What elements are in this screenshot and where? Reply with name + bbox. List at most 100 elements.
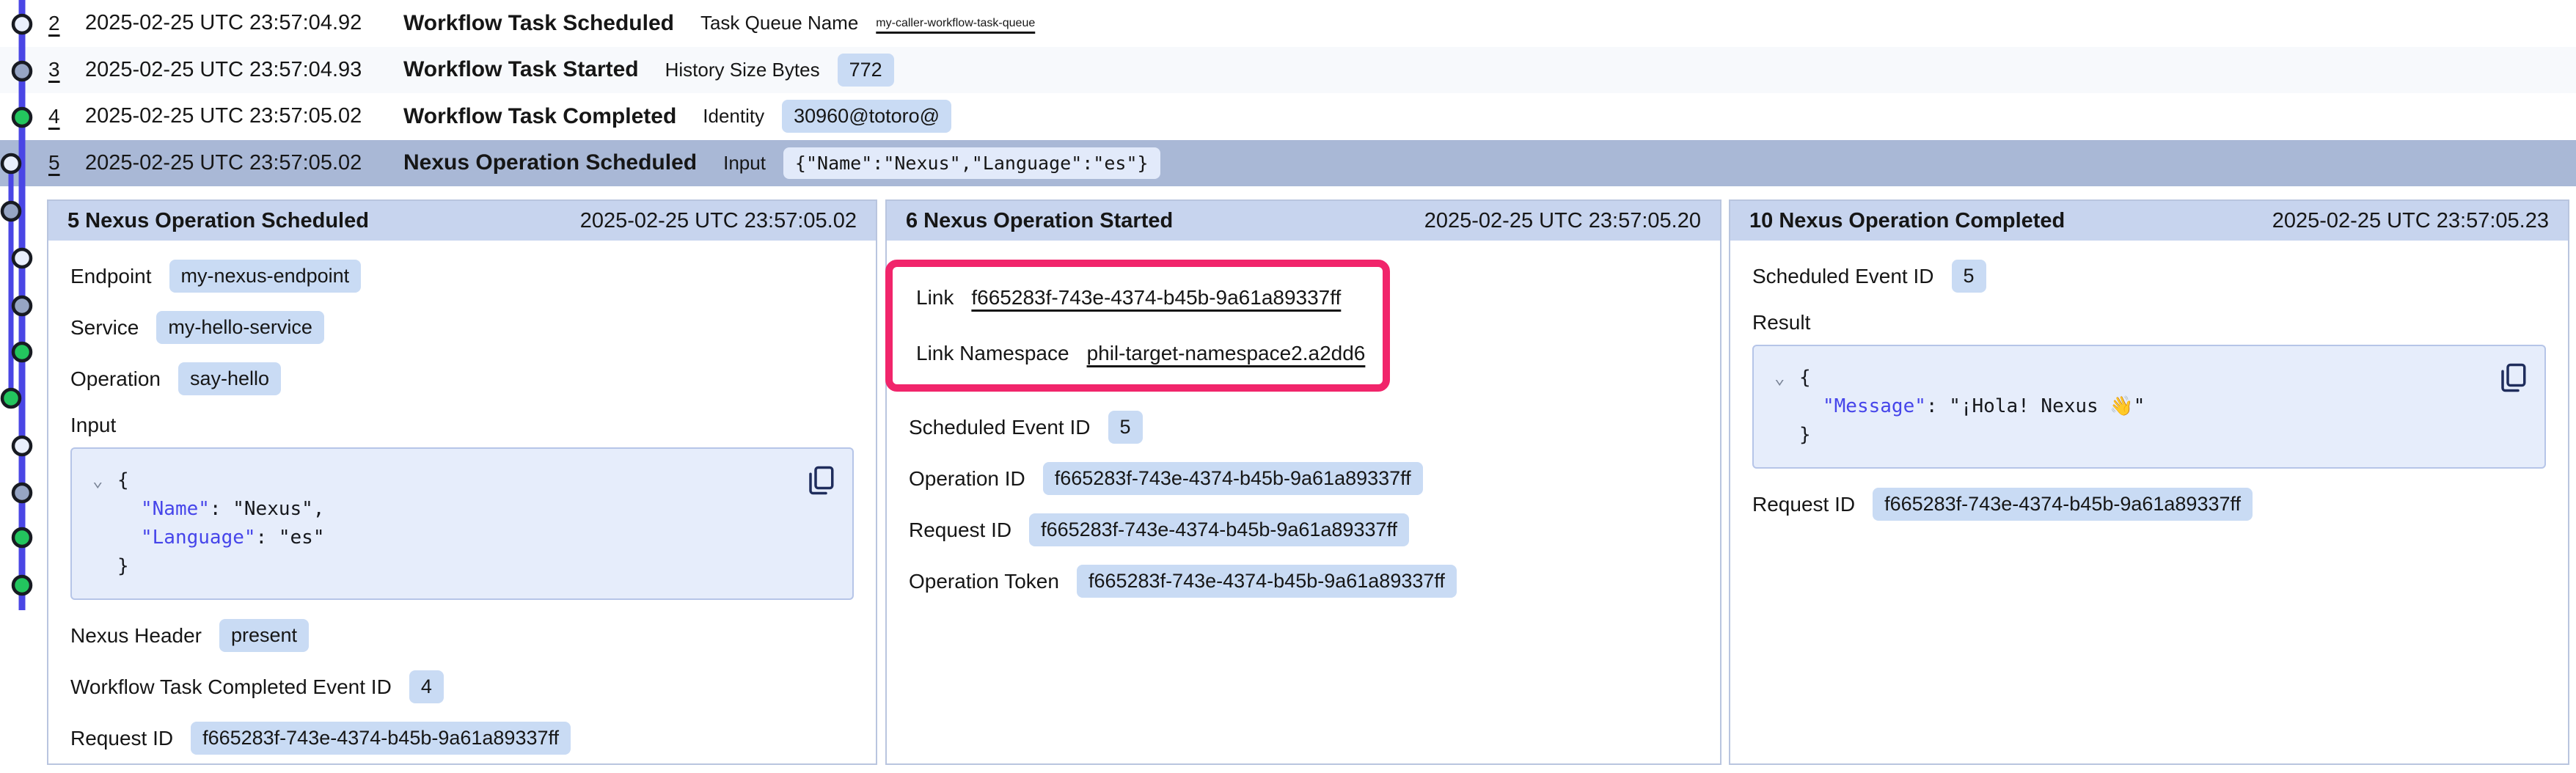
panel-title: 10 Nexus Operation Completed [1749,209,2065,233]
event-detail-label: Input [723,152,766,175]
workflow-event-history-screen: 2 2025-02-25 UTC 23:57:04.92 Workflow Ta… [0,0,2576,773]
event-history-list: 2 2025-02-25 UTC 23:57:04.92 Workflow Ta… [0,0,2576,186]
field-label: Link [916,286,954,309]
event-id-link[interactable]: 4 [48,105,85,128]
field-value-badge: f665283f-743e-4374-b45b-9a61a89337ff [1077,565,1457,598]
result-json-viewer: ⌄{ "Message": "¡Hola! Nexus 👋" } [1752,345,2546,469]
panel-title: 6 Nexus Operation Started [906,209,1173,233]
field-label: Request ID [1752,493,1855,516]
field-label: Nexus Header [70,624,202,648]
field-label: Scheduled Event ID [909,416,1091,439]
panel-timestamp: 2025-02-25 UTC 23:57:05.23 [2272,209,2549,233]
field-endpoint: Endpoint my-nexus-endpoint [70,260,854,293]
event-detail-label: Task Queue Name [700,12,858,34]
field-nexus-header: Nexus Header present [70,619,854,652]
field-label: Operation Token [909,570,1059,593]
event-detail-badge: 30960@totoro@ [782,100,951,133]
json-close-line: } [1774,421,2524,450]
json-open-line: ⌄{ [1774,364,2524,392]
copy-icon[interactable] [805,464,836,497]
field-label: Link Namespace [916,342,1069,365]
link-event-link[interactable]: f665283f-743e-4374-b45b-9a61a89337ff [971,286,1341,309]
field-label: Request ID [70,727,173,750]
event-name: Workflow Task Completed [403,104,676,129]
event-detail-label: Identity [703,105,764,128]
event-id-link[interactable]: 2 [48,12,85,35]
field-label: Service [70,316,139,340]
json-close-line: } [92,552,832,581]
panel-nexus-operation-started: 6 Nexus Operation Started 2025-02-25 UTC… [885,199,1721,765]
field-label: Operation ID [909,467,1025,491]
copy-icon[interactable] [2498,361,2528,395]
collapse-caret-icon[interactable]: ⌄ [1774,364,1799,391]
task-queue-link[interactable]: my-caller-workflow-task-queue [876,17,1035,30]
event-row-3[interactable]: 3 2025-02-25 UTC 23:57:04.93 Workflow Ta… [0,47,2576,94]
panel-timestamp: 2025-02-25 UTC 23:57:05.20 [1424,209,1701,233]
collapse-caret-icon[interactable]: ⌄ [92,467,117,494]
event-timestamp: 2025-02-25 UTC 23:57:05.02 [85,151,403,175]
field-label: Operation [70,367,161,391]
panel-body: Link f665283f-743e-4374-b45b-9a61a89337f… [887,241,1720,635]
timeline-dot-completed [13,529,31,546]
link-highlight-box: Link f665283f-743e-4374-b45b-9a61a89337f… [885,260,1390,392]
timeline-dot-scheduled [13,437,31,455]
event-id-link[interactable]: 5 [48,151,85,175]
event-name: Workflow Task Scheduled [403,11,674,36]
panel-header: 6 Nexus Operation Started 2025-02-25 UTC… [887,201,1720,241]
event-detail-badge: 772 [838,54,894,87]
json-entry: "Message": "¡Hola! Nexus 👋" [1774,392,2524,421]
field-link: Link f665283f-743e-4374-b45b-9a61a89337f… [916,286,1375,309]
timeline-dot-started [13,484,31,502]
panel-body: Scheduled Event ID 5 Result ⌄{ "Message"… [1730,241,2568,558]
field-label: Scheduled Event ID [1752,265,1934,288]
result-label: Result [1752,311,2546,334]
panel-header: 5 Nexus Operation Scheduled 2025-02-25 U… [48,201,876,241]
event-row-2[interactable]: 2 2025-02-25 UTC 23:57:04.92 Workflow Ta… [0,0,2576,47]
panel-nexus-operation-completed: 10 Nexus Operation Completed 2025-02-25 … [1729,199,2569,765]
event-timestamp: 2025-02-25 UTC 23:57:04.93 [85,58,403,82]
input-json-viewer: ⌄{ "Name": "Nexus", "Language": "es" } [70,447,854,600]
timeline-dot-started [2,202,20,220]
input-label: Input [70,414,854,437]
panel-header: 10 Nexus Operation Completed 2025-02-25 … [1730,201,2568,241]
field-operation: Operation say-hello [70,362,854,395]
field-value-badge: my-hello-service [156,311,324,344]
field-workflow-task-completed-event-id: Workflow Task Completed Event ID 4 [70,670,854,703]
event-row-4[interactable]: 4 2025-02-25 UTC 23:57:05.02 Workflow Ta… [0,93,2576,140]
event-row-5-selected[interactable]: 5 2025-02-25 UTC 23:57:05.02 Nexus Opera… [0,140,2576,187]
timeline-dot-scheduled [13,249,31,267]
field-value-badge: 5 [1108,411,1143,444]
timeline-dot-completed [13,576,31,594]
field-value-badge: f665283f-743e-4374-b45b-9a61a89337ff [1029,513,1409,546]
field-value-badge: 4 [409,670,444,703]
field-label: Workflow Task Completed Event ID [70,675,392,699]
field-value-badge: f665283f-743e-4374-b45b-9a61a89337ff [191,722,571,755]
event-detail-badge: {"Name":"Nexus","Language":"es"} [783,147,1160,179]
field-value-badge: f665283f-743e-4374-b45b-9a61a89337ff [1873,488,2253,521]
json-entry: "Language": "es" [92,524,832,552]
event-detail-label: History Size Bytes [665,59,820,81]
field-operation-token: Operation Token f665283f-743e-4374-b45b-… [909,565,1698,598]
field-value-badge: my-nexus-endpoint [169,260,362,293]
timeline-dot-completed [2,389,20,407]
panel-timestamp: 2025-02-25 UTC 23:57:05.02 [580,209,857,233]
event-timestamp: 2025-02-25 UTC 23:57:05.02 [85,104,403,128]
field-link-namespace: Link Namespace phil-target-namespace2.a2… [916,342,1375,365]
link-namespace-link[interactable]: phil-target-namespace2.a2dd6 [1087,342,1366,365]
field-label: Endpoint [70,265,152,288]
field-value-badge: f665283f-743e-4374-b45b-9a61a89337ff [1043,462,1423,495]
field-label: Request ID [909,519,1011,542]
field-value-badge: say-hello [178,362,281,395]
event-name: Workflow Task Started [403,57,639,82]
field-scheduled-event-id: Scheduled Event ID 5 [909,411,1698,444]
field-request-id: Request ID f665283f-743e-4374-b45b-9a61a… [70,722,854,755]
json-open-line: ⌄{ [92,466,832,495]
timeline-dot-started [13,297,31,315]
field-request-id: Request ID f665283f-743e-4374-b45b-9a61a… [909,513,1698,546]
field-value-badge: 5 [1952,260,1986,293]
event-timestamp: 2025-02-25 UTC 23:57:04.92 [85,11,403,35]
event-id-link[interactable]: 3 [48,58,85,81]
panel-body: Endpoint my-nexus-endpoint Service my-he… [48,241,876,773]
field-scheduled-event-id: Scheduled Event ID 5 [1752,260,2546,293]
timeline-dot-completed [13,343,31,361]
